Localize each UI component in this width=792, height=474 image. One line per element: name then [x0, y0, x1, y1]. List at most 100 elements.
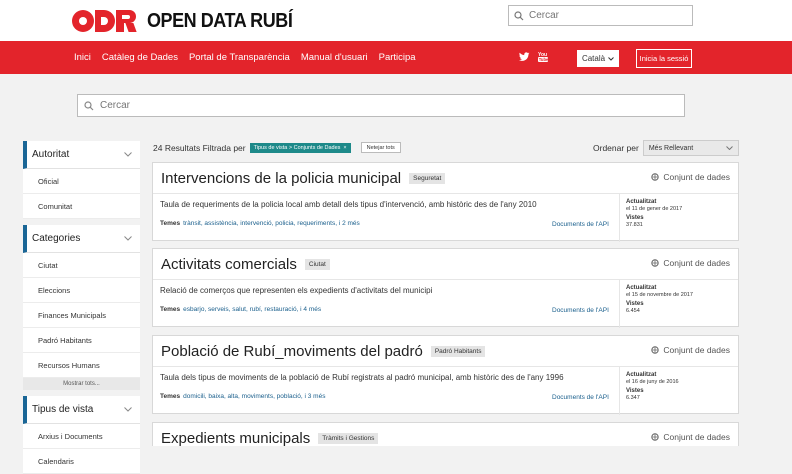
facet-item-recursos-humans[interactable]: Recursos Humans [23, 353, 140, 378]
dataset-meta: Actualitzat el 16 de juny de 2016 Vistes… [619, 367, 739, 415]
dataset-type-label: Conjunt de dades [663, 258, 730, 268]
facet-item-calendaris[interactable]: Calendaris [23, 449, 140, 474]
api-docs-link[interactable]: Documents de l'API [552, 221, 609, 228]
search-icon [514, 10, 524, 20]
facet-item-ciutat[interactable]: Ciutat [23, 253, 140, 278]
svg-text:Tube: Tube [539, 57, 548, 62]
search-icon [84, 100, 94, 110]
views-label: Vistes [626, 301, 644, 307]
updated-date: el 11 de gener de 2017 [626, 206, 683, 212]
facet-header-autoritat[interactable]: Autoritat [23, 141, 140, 169]
category-tag[interactable]: Padró Habitants [430, 345, 486, 357]
dataset-type: Conjunt de dades [651, 172, 730, 182]
facet-item-oficial[interactable]: Oficial [23, 169, 140, 194]
results-header: 24 Resultats Filtrada per Tipus de vista… [153, 142, 401, 153]
facet-title: Autoritat [32, 149, 70, 160]
dataset-card: Activitats comercials Ciutat Conjunt de … [152, 248, 739, 328]
dataset-type-label: Conjunt de dades [663, 432, 730, 442]
clear-filters-button[interactable]: Netejar tots [360, 142, 401, 153]
site-logo[interactable]: OPEN DATA RUBÍ [72, 9, 309, 33]
category-tag[interactable]: Seguretat [409, 172, 446, 184]
nav-item-participa[interactable]: Participa [379, 52, 416, 63]
dataset-type: Conjunt de dades [651, 258, 730, 268]
language-selector[interactable]: Català [577, 50, 619, 67]
nav-item-manual[interactable]: Manual d'usuari [301, 52, 368, 63]
sort-label: Ordenar per [593, 143, 639, 153]
chevron-down-icon [124, 407, 132, 412]
header-search-box[interactable] [508, 5, 693, 26]
dataset-type: Conjunt de dades [651, 432, 730, 442]
api-docs-link[interactable]: Documents de l'API [552, 394, 609, 401]
topics-links[interactable]: domicili, baixa, alta, moviments, poblac… [183, 393, 325, 400]
updated-label: Actualitzat [626, 285, 657, 291]
language-label: Català [581, 54, 606, 63]
topics-links[interactable]: esbarjo, serveis, salut, rubí, restaurac… [183, 306, 321, 313]
twitter-icon[interactable] [519, 52, 530, 62]
topics-label: Temes [160, 306, 181, 313]
dataset-icon [651, 173, 660, 181]
facet-item-comunitat[interactable]: Comunitat [23, 194, 140, 219]
top-header: OPEN DATA RUBÍ [0, 0, 792, 41]
nav-item-transparencia[interactable]: Portal de Transparència [189, 52, 290, 63]
facet-title: Categories [32, 233, 81, 244]
logo-text: OPEN DATA RUBÍ [147, 9, 293, 32]
facet-item-arxius[interactable]: Arxius i Documents [23, 424, 140, 449]
views-count: 6.347 [626, 395, 640, 401]
views-label: Vistes [626, 388, 644, 394]
facet-title: Tipus de vista [32, 404, 94, 415]
youtube-icon[interactable]: YouTube [538, 51, 548, 63]
dataset-meta: Actualitzat el 11 de gener de 2017 Viste… [619, 194, 739, 242]
updated-date: el 16 de juny de 2016 [626, 379, 679, 385]
chevron-down-icon [725, 146, 733, 150]
updated-label: Actualitzat [626, 372, 657, 378]
dataset-topics: Temes trànsit, assistència, intervenció, … [160, 220, 360, 227]
chevron-down-icon [124, 236, 132, 241]
facet-item-padro[interactable]: Padró Habitants [23, 328, 140, 353]
topics-label: Temes [160, 393, 181, 400]
views-label: Vistes [626, 215, 644, 221]
dataset-type-label: Conjunt de dades [663, 345, 730, 355]
nav-item-cataleg[interactable]: Catàleg de Dades [102, 52, 178, 63]
sort-select[interactable]: Més Rellevant [642, 140, 739, 156]
dataset-topics: Temes esbarjo, serveis, salut, rubí, rest… [160, 306, 321, 313]
header-search-input[interactable] [529, 10, 679, 21]
facet-item-finances[interactable]: Finances Municipals [23, 303, 140, 328]
sort-control: Ordenar per Més Rellevant [593, 140, 739, 156]
views-count: 6.454 [626, 308, 640, 314]
dataset-card: Expedients municipals Tràmits i Gestions… [152, 422, 739, 447]
close-icon[interactable]: × [343, 145, 346, 151]
dataset-type-label: Conjunt de dades [663, 172, 730, 182]
api-docs-link[interactable]: Documents de l'API [552, 307, 609, 314]
dataset-description: Taula dels tipus de moviments de la pobl… [160, 373, 564, 382]
dataset-description: Relació de comerços que representen els … [160, 286, 433, 295]
dataset-title-link[interactable]: Intervencions de la policia municipal [161, 170, 401, 187]
dataset-icon [651, 433, 660, 441]
catalog-search-input[interactable] [100, 100, 660, 111]
facet-item-eleccions[interactable]: Eleccions [23, 278, 140, 303]
dataset-title-link[interactable]: Població de Rubí_moviments del padró [161, 343, 423, 360]
dataset-description: Taula de requeriments de la policia loca… [160, 200, 537, 209]
dataset-icon [651, 346, 660, 354]
category-tag[interactable]: Tràmits i Gestions [318, 433, 379, 444]
nav-item-inici[interactable]: Inici [74, 52, 91, 63]
updated-label: Actualitzat [626, 199, 657, 205]
category-tag[interactable]: Ciutat [304, 258, 330, 270]
chevron-down-icon [124, 152, 132, 157]
dataset-title-link[interactable]: Expedients municipals [161, 430, 310, 447]
views-count: 37.831 [626, 222, 643, 228]
facet-header-tipus-vista[interactable]: Tipus de vista [23, 396, 140, 424]
filter-chip[interactable]: Tipus de vista > Conjunts de Dades × [249, 142, 351, 153]
dataset-type: Conjunt de dades [651, 345, 730, 355]
sort-value: Més Rellevant [648, 144, 694, 152]
show-all-link[interactable]: Mostrar tots... [23, 378, 140, 390]
facet-header-categories[interactable]: Categories [23, 225, 140, 253]
dataset-title-link[interactable]: Activitats comercials [161, 256, 297, 273]
catalog-search-box[interactable] [77, 94, 685, 117]
topics-links[interactable]: trànsit, assistència, intervenció, polic… [183, 220, 360, 227]
odr-logo-mark [72, 10, 137, 32]
dataset-icon [651, 259, 660, 267]
login-button[interactable]: Inicia la sessió [636, 49, 692, 68]
dataset-topics: Temes domicili, baixa, alta, moviments, p… [160, 393, 325, 400]
facet-sidebar: Autoritat Oficial Comunitat Categories C… [23, 141, 140, 474]
updated-date: el 15 de novembre de 2017 [626, 292, 693, 298]
